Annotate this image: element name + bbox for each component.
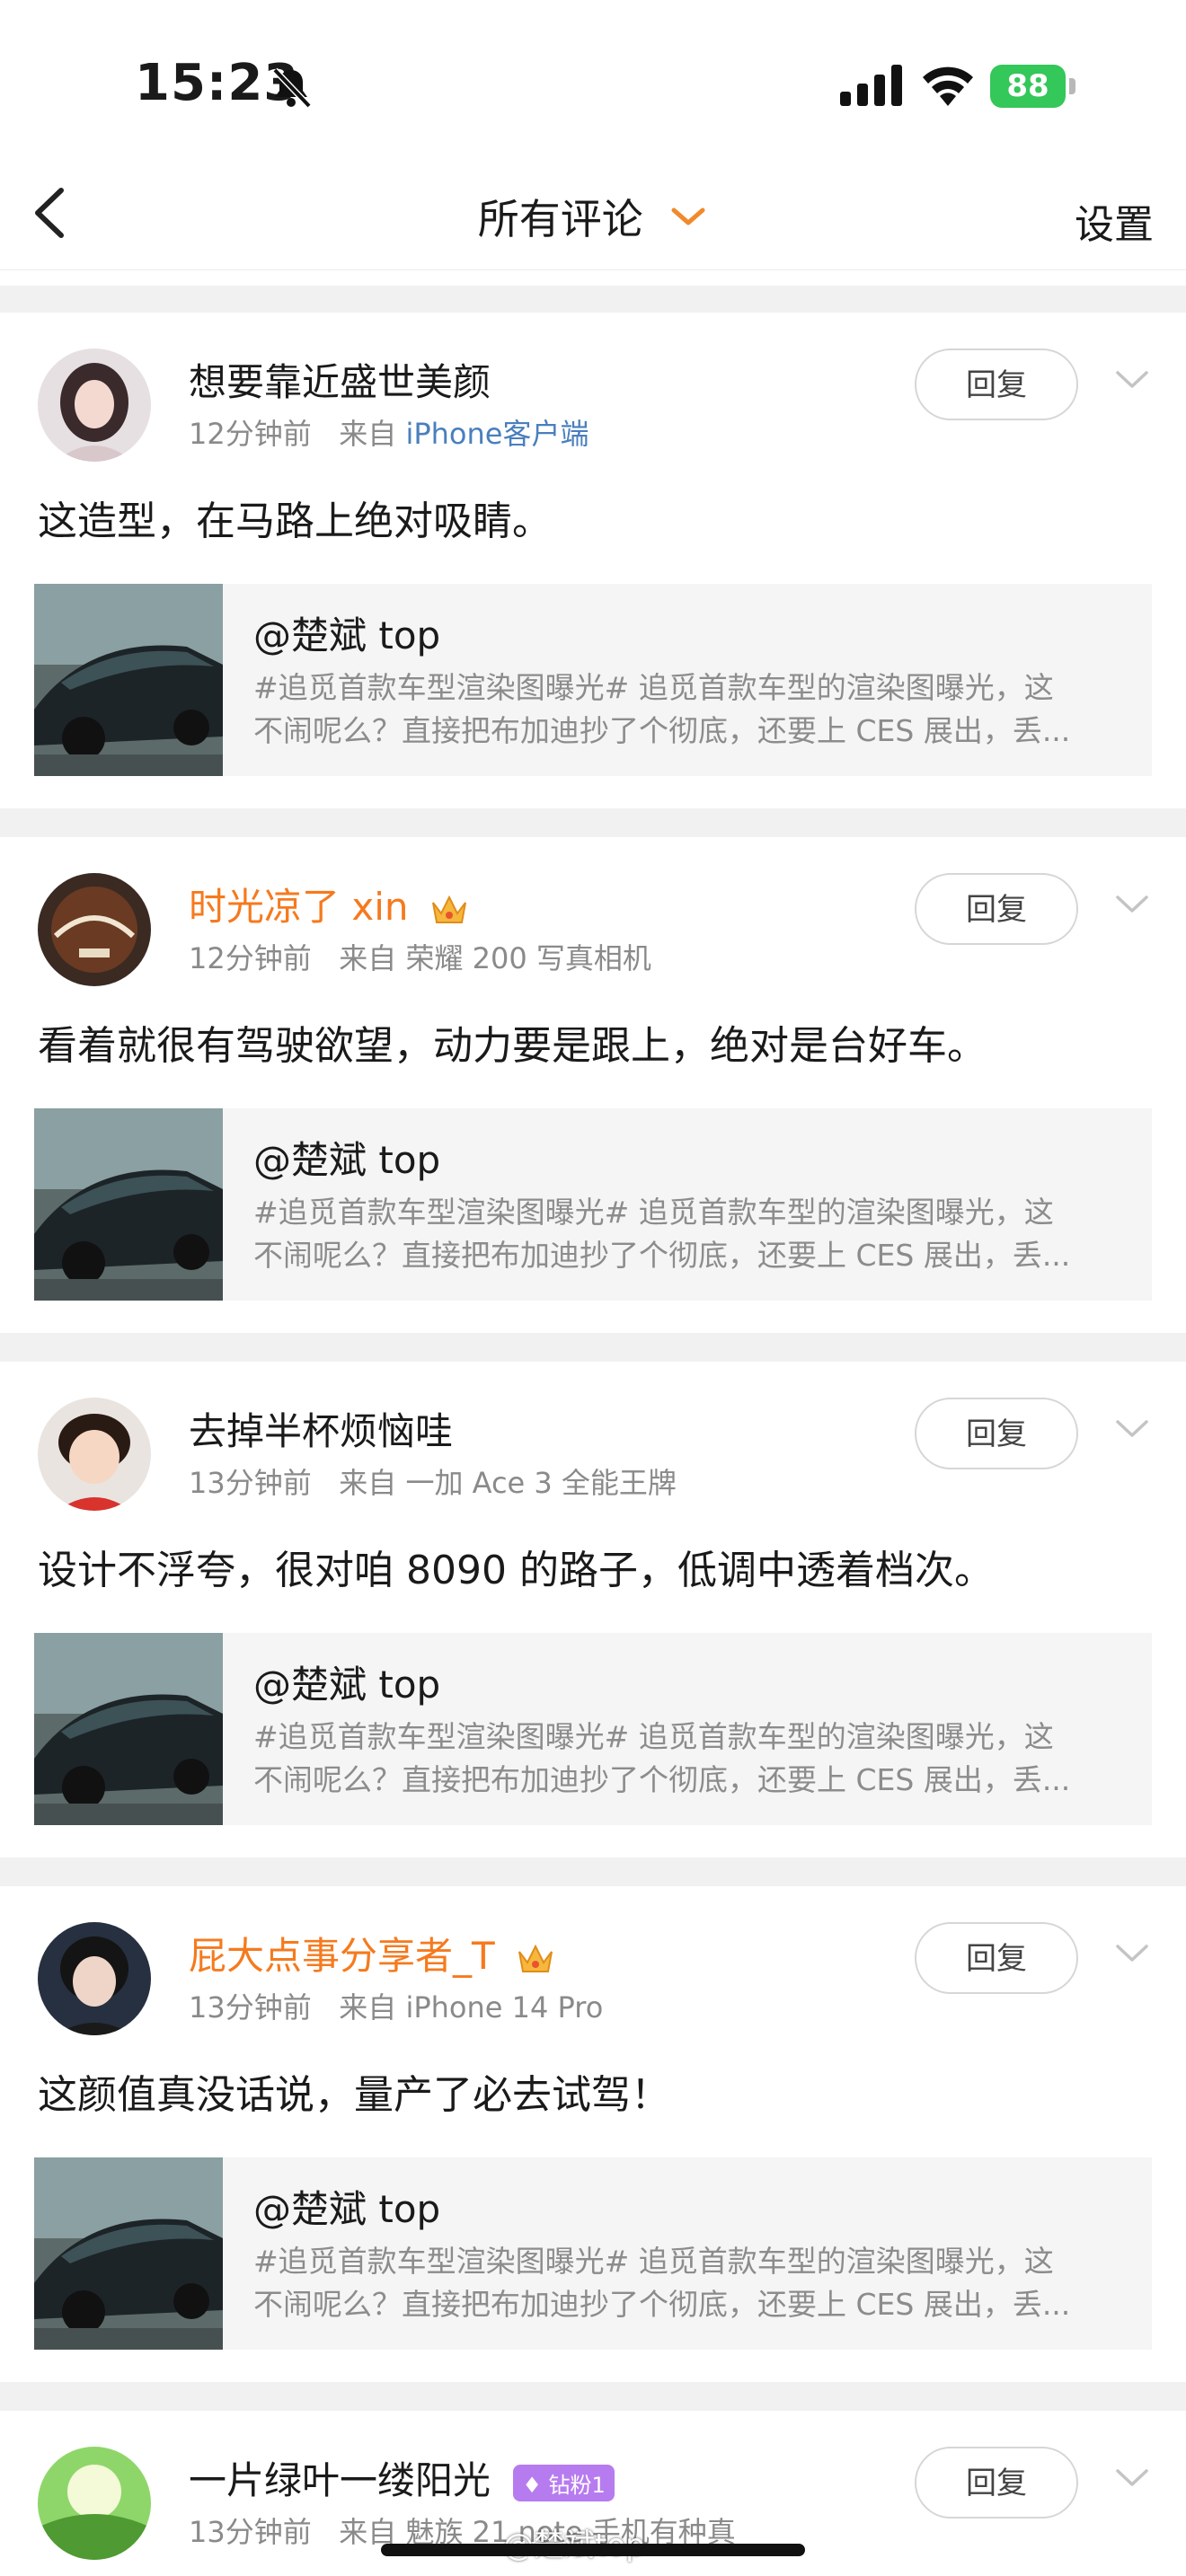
comment-time: 12分钟前 <box>189 941 312 975</box>
quoted-excerpt: #追觅首款车型渲染图曝光# 追觅首款车型的渲染图曝光，这 不闹呢么？直接把布加迪… <box>253 1191 1134 1277</box>
source-prefix: 来自 <box>339 1990 397 2025</box>
username[interactable]: 想要靠近盛世美颜 <box>189 352 491 407</box>
fan-level-label: 钻粉1 <box>548 2473 606 2498</box>
reply-button[interactable]: 回复 <box>915 2447 1078 2519</box>
username-text: 一片绿叶一缕阳光 <box>189 2458 491 2502</box>
quoted-author: @楚斌 top <box>253 1138 441 1182</box>
comment-text: 这造型，在马路上绝对吸睛。 <box>38 498 552 544</box>
battery-tip <box>1069 78 1075 94</box>
comment-source-link[interactable]: iPhone客户端 <box>405 417 589 451</box>
quoted-excerpt-line: #追觅首款车型渲染图曝光# 追觅首款车型的渲染图曝光，这 <box>253 1195 1054 1230</box>
battery-level: 88 <box>990 65 1066 108</box>
avatar[interactable] <box>38 2447 151 2560</box>
avatar[interactable] <box>38 1398 151 1511</box>
comment-text: 这颜值真没话说，量产了必去试驾！ <box>38 2072 670 2118</box>
post-thumbnail <box>34 584 223 776</box>
quoted-excerpt: #追觅首款车型渲染图曝光# 追觅首款车型的渲染图曝光，这 不闹呢么？直接把布加迪… <box>253 666 1134 753</box>
comment-source: iPhone 14 Pro <box>405 1990 604 2025</box>
avatar[interactable] <box>38 1922 151 2035</box>
divider <box>0 1333 1186 1362</box>
reply-button[interactable]: 回复 <box>915 873 1078 945</box>
battery-indicator: 88 <box>990 65 1076 108</box>
watermark: @楚斌top <box>503 2520 645 2564</box>
bell-muted-icon <box>272 67 312 109</box>
quoted-excerpt-line: #追觅首款车型渲染图曝光# 追觅首款车型的渲染图曝光，这 <box>253 670 1054 705</box>
chevron-down-icon[interactable] <box>1114 1942 1150 1965</box>
quoted-excerpt-line: #追觅首款车型渲染图曝光# 追觅首款车型的渲染图曝光，这 <box>253 1719 1054 1754</box>
comment-source: 荣耀 200 写真相机 <box>405 941 651 975</box>
post-thumbnail <box>34 1633 223 1825</box>
chevron-down-icon[interactable] <box>1114 893 1150 916</box>
avatar[interactable] <box>38 348 151 462</box>
quoted-author: @楚斌 top <box>253 2187 441 2231</box>
quoted-excerpt-line: 不闹呢么？直接把布加迪抄了个彻底，还要上 CES 展出，丢... <box>253 1238 1071 1273</box>
quoted-post[interactable]: @楚斌 top #追觅首款车型渲染图曝光# 追觅首款车型的渲染图曝光，这 不闹呢… <box>34 584 1152 776</box>
comment-card: 去掉半杯烦恼哇 13分钟前 来自 一加 Ace 3 全能王牌 回复 设计不浮夸，… <box>0 1362 1186 1857</box>
quoted-post[interactable]: @楚斌 top #追觅首款车型渲染图曝光# 追觅首款车型的渲染图曝光，这 不闹呢… <box>34 2157 1152 2350</box>
comment-card: 屁大点事分享者_T 13分钟前 来自 iPhone 14 Pro 回复 这颜值真… <box>0 1886 1186 2382</box>
chevron-down-icon[interactable] <box>1114 1417 1150 1441</box>
home-indicator[interactable] <box>381 2544 805 2556</box>
username[interactable]: 屁大点事分享者_T <box>189 1926 555 1981</box>
quoted-excerpt-line: 不闹呢么？直接把布加迪抄了个彻底，还要上 CES 展出，丢... <box>253 1762 1071 1797</box>
chevron-down-icon[interactable] <box>1114 2466 1150 2490</box>
page-title: 所有评论 <box>477 195 643 243</box>
quoted-excerpt: #追觅首款车型渲染图曝光# 追觅首款车型的渲染图曝光，这 不闹呢么？直接把布加迪… <box>253 2240 1134 2326</box>
comment-time: 12分钟前 <box>189 417 312 451</box>
username-text: 时光凉了 xin <box>189 885 409 929</box>
quoted-author: @楚斌 top <box>253 1663 441 1707</box>
comment-card: 时光凉了 xin 12分钟前 来自 荣耀 200 写真相机 回复 看着就很有驾驶… <box>0 837 1186 1333</box>
reply-button[interactable]: 回复 <box>915 348 1078 420</box>
quoted-excerpt: #追觅首款车型渲染图曝光# 追觅首款车型的渲染图曝光，这 不闹呢么？直接把布加迪… <box>253 1716 1134 1802</box>
post-thumbnail <box>34 2157 223 2350</box>
fan-level-badge: ♦ 钻粉1 <box>513 2465 615 2501</box>
post-thumbnail <box>34 1108 223 1301</box>
source-prefix: 来自 <box>339 1466 397 1500</box>
chevron-down-icon <box>671 207 705 225</box>
comment-meta: 13分钟前 来自 一加 Ace 3 全能王牌 <box>189 1460 677 1502</box>
username[interactable]: 去掉半杯烦恼哇 <box>189 1401 453 1456</box>
status-bar: 15:23 88 <box>0 0 1186 162</box>
vip-crown-icon <box>431 895 466 923</box>
username[interactable]: 时光凉了 xin <box>189 877 469 931</box>
reply-button[interactable]: 回复 <box>915 1922 1078 1994</box>
source-prefix: 来自 <box>339 941 397 975</box>
comment-card: 想要靠近盛世美颜 12分钟前 来自 iPhone客户端 回复 这造型，在马路上绝… <box>0 313 1186 808</box>
comment-filter-dropdown[interactable]: 所有评论 <box>0 187 1186 246</box>
comment-meta: 12分钟前 来自 荣耀 200 写真相机 <box>189 936 651 977</box>
reply-button[interactable]: 回复 <box>915 1398 1078 1469</box>
source-prefix: 来自 <box>339 417 397 451</box>
wifi-icon <box>923 66 973 106</box>
quoted-post[interactable]: @楚斌 top #追觅首款车型渲染图曝光# 追觅首款车型的渲染图曝光，这 不闹呢… <box>34 1108 1152 1301</box>
avatar[interactable] <box>38 873 151 986</box>
divider <box>0 286 1186 313</box>
quoted-excerpt-line: 不闹呢么？直接把布加迪抄了个彻底，还要上 CES 展出，丢... <box>253 713 1071 748</box>
comment-text: 设计不浮夸，很对咱 8090 的路子，低调中透着档次。 <box>38 1548 994 1593</box>
nav-bar: 所有评论 设置 <box>0 162 1186 270</box>
quoted-excerpt-line: 不闹呢么？直接把布加迪抄了个彻底，还要上 CES 展出，丢... <box>253 2287 1071 2322</box>
comment-time: 13分钟前 <box>189 2515 312 2549</box>
cellular-signal-icon <box>840 65 902 106</box>
vip-crown-icon <box>518 1944 553 1972</box>
comment-time: 13分钟前 <box>189 1990 312 2025</box>
username-text: 屁大点事分享者_T <box>189 1934 495 1978</box>
chevron-down-icon[interactable] <box>1114 368 1150 392</box>
comment-time: 13分钟前 <box>189 1466 312 1500</box>
quoted-author: @楚斌 top <box>253 613 441 657</box>
divider <box>0 808 1186 837</box>
comment-source: 一加 Ace 3 全能王牌 <box>405 1466 677 1500</box>
settings-button[interactable]: 设置 <box>1075 192 1154 250</box>
comment-meta: 13分钟前 来自 iPhone 14 Pro <box>189 1985 603 2026</box>
username[interactable]: 一片绿叶一缕阳光 ♦ 钻粉1 <box>189 2450 615 2505</box>
comment-meta: 12分钟前 来自 iPhone客户端 <box>189 411 589 453</box>
comment-text: 看着就很有驾驶欲望，动力要是跟上，绝对是台好车。 <box>38 1023 987 1069</box>
divider <box>0 1857 1186 1886</box>
quoted-excerpt-line: #追觅首款车型渲染图曝光# 追觅首款车型的渲染图曝光，这 <box>253 2244 1054 2279</box>
quoted-post[interactable]: @楚斌 top #追觅首款车型渲染图曝光# 追觅首款车型的渲染图曝光，这 不闹呢… <box>34 1633 1152 1825</box>
divider <box>0 2382 1186 2411</box>
